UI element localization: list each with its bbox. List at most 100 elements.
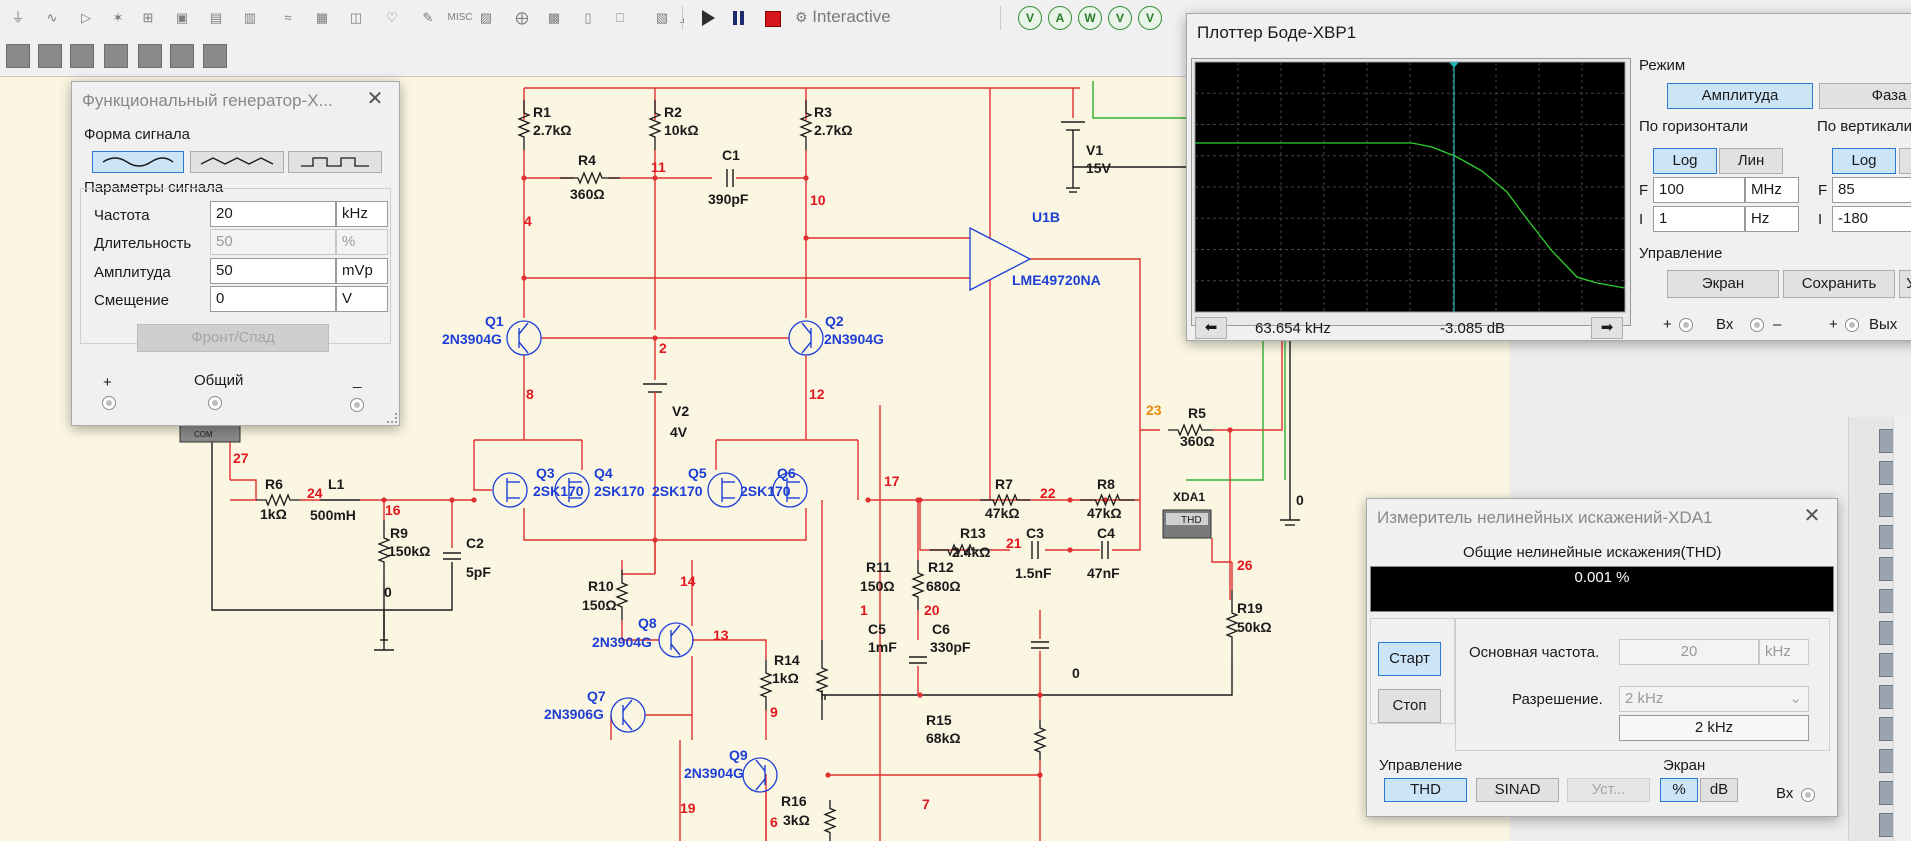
minus-terminal[interactable] — [350, 398, 364, 412]
horizontal-log-button[interactable]: Log — [1653, 148, 1717, 174]
amplitude-unit-select[interactable]: mVp — [336, 258, 388, 284]
resistor-symbol[interactable] — [517, 100, 531, 150]
cursor-left-button[interactable]: ⬅ — [1195, 317, 1227, 339]
vertical-lin-button[interactable] — [1899, 148, 1911, 174]
oscilloscope-icon[interactable] — [104, 44, 128, 68]
mcu-icon[interactable]: ▥ — [240, 8, 260, 28]
hier-block-icon[interactable]: ▧ — [652, 8, 672, 28]
wire[interactable] — [1030, 258, 1141, 500]
resistor-symbol[interactable] — [911, 560, 925, 610]
transistor-collector[interactable] — [622, 699, 633, 712]
transistor-emitter[interactable] — [622, 718, 633, 731]
wire[interactable] — [1212, 340, 1283, 431]
pause-simulation-icon[interactable] — [733, 11, 737, 25]
current-probe-icon[interactable]: A — [1048, 6, 1072, 30]
common-terminal[interactable] — [208, 396, 222, 410]
wattmeter-icon[interactable] — [70, 44, 94, 68]
connector-icon[interactable]: ⎕ — [610, 8, 630, 28]
bode-plotter-icon[interactable] — [138, 44, 162, 68]
triangle-wave-button[interactable] — [190, 151, 284, 173]
vertical-log-button[interactable]: Log — [1832, 148, 1896, 174]
wire[interactable] — [621, 560, 655, 575]
thd-mode-button[interactable]: THD — [1384, 778, 1467, 802]
diode-icon[interactable]: ▷ — [76, 8, 96, 28]
sinad-mode-button[interactable]: SINAD — [1476, 778, 1559, 802]
square-wave-button[interactable] — [288, 151, 382, 173]
duty-input[interactable]: 50 — [210, 229, 336, 255]
cmos-icon[interactable]: ▤ — [206, 8, 226, 28]
resistor-symbol[interactable] — [615, 570, 629, 620]
frequency-input[interactable]: 20 — [210, 201, 336, 227]
stop-button[interactable]: Стоп — [1378, 689, 1441, 723]
resistor-symbol[interactable] — [799, 100, 813, 150]
reverse-button[interactable]: Экран — [1667, 270, 1779, 298]
offset-input[interactable]: 0 — [210, 286, 336, 312]
save-button[interactable]: Сохранить — [1783, 270, 1895, 298]
transistor-symbol[interactable] — [788, 320, 824, 356]
power-icon[interactable]: ✎ — [418, 8, 438, 28]
transistor-collector[interactable] — [755, 759, 766, 772]
wire[interactable] — [692, 639, 767, 660]
vertical-scrollbar[interactable] — [1893, 417, 1911, 841]
ttl-icon[interactable]: ▣ — [172, 8, 192, 28]
vertical-initial-input[interactable]: -180 — [1832, 206, 1911, 232]
ni-icon[interactable]: ▯ — [578, 8, 598, 28]
set-button[interactable]: Уст. — [1899, 270, 1911, 298]
voltage-probe-icon[interactable]: V — [1018, 6, 1042, 30]
function-generator-icon[interactable] — [38, 44, 62, 68]
wire[interactable] — [1211, 538, 1232, 563]
resize-grip-icon[interactable] — [387, 413, 397, 423]
electromech-icon[interactable]: ▩ — [544, 8, 564, 28]
close-icon[interactable]: ✕ — [1801, 505, 1823, 527]
stop-simulation-icon[interactable] — [765, 11, 781, 27]
resistor-symbol[interactable] — [1033, 720, 1047, 760]
in-plus-terminal[interactable] — [1679, 318, 1693, 332]
resistor-symbol[interactable] — [1080, 493, 1135, 507]
transistor-symbol[interactable] — [506, 320, 542, 356]
percent-button[interactable]: % — [1660, 778, 1698, 802]
transistor-symbol[interactable] — [610, 697, 646, 733]
jfet-symbol[interactable] — [492, 472, 528, 508]
peripherals-icon[interactable]: ▨ — [476, 8, 496, 28]
power-probe-icon[interactable]: W — [1078, 6, 1102, 30]
offset-unit-select[interactable]: V — [336, 286, 388, 312]
start-button[interactable]: Старт — [1378, 642, 1441, 676]
magnitude-button[interactable]: Амплитуда — [1667, 83, 1813, 109]
resistor-symbol[interactable] — [815, 640, 829, 720]
fundamental-freq-input[interactable]: 20 — [1619, 639, 1759, 665]
ac-source-icon[interactable]: ∿ — [42, 8, 62, 28]
in-minus-terminal[interactable] — [1750, 318, 1764, 332]
ground-icon[interactable]: ⏚ — [8, 8, 28, 28]
ref-probe-icon[interactable]: V — [1138, 6, 1162, 30]
misc-icon[interactable]: MISC — [446, 8, 474, 28]
transistor-collector[interactable] — [518, 322, 529, 335]
transistor-emitter[interactable] — [801, 341, 812, 354]
resistor-symbol[interactable] — [823, 800, 837, 841]
jfet-symbol[interactable] — [707, 472, 743, 508]
bode-plot[interactable] — [1192, 59, 1628, 315]
transistor-emitter[interactable] — [670, 643, 681, 656]
resolution-select[interactable]: 2 kHz ⌄ — [1619, 686, 1809, 712]
rise-fall-button[interactable]: Фронт/Спад — [137, 324, 329, 352]
resistor-symbol[interactable] — [560, 171, 620, 185]
out-plus-terminal[interactable] — [1845, 318, 1859, 332]
mixed-icon[interactable]: ◫ — [346, 8, 366, 28]
cursor-right-button[interactable]: ➡ — [1591, 317, 1623, 339]
indicator-icon[interactable]: ♡ — [382, 8, 402, 28]
db-button[interactable]: dB — [1700, 778, 1738, 802]
transistor-icon[interactable]: ✶ — [108, 8, 128, 28]
transistor-collector[interactable] — [801, 322, 812, 335]
transistor-emitter[interactable] — [755, 778, 766, 791]
multimeter-icon[interactable] — [6, 44, 30, 68]
frequency-unit-select[interactable]: kHz — [336, 201, 388, 227]
input-terminal[interactable] — [1801, 788, 1815, 802]
misc-digital-icon[interactable]: ▦ — [312, 8, 332, 28]
amplitude-input[interactable]: 50 — [210, 258, 336, 284]
wire[interactable] — [230, 479, 257, 500]
wire[interactable] — [473, 440, 492, 491]
resistor-symbol[interactable] — [1225, 590, 1239, 660]
vertical-final-input[interactable]: 85 — [1832, 177, 1911, 203]
opamp-icon[interactable]: ⊞ — [138, 8, 158, 28]
close-icon[interactable]: ✕ — [364, 88, 386, 110]
adv-icon[interactable]: ≈ — [278, 8, 298, 28]
